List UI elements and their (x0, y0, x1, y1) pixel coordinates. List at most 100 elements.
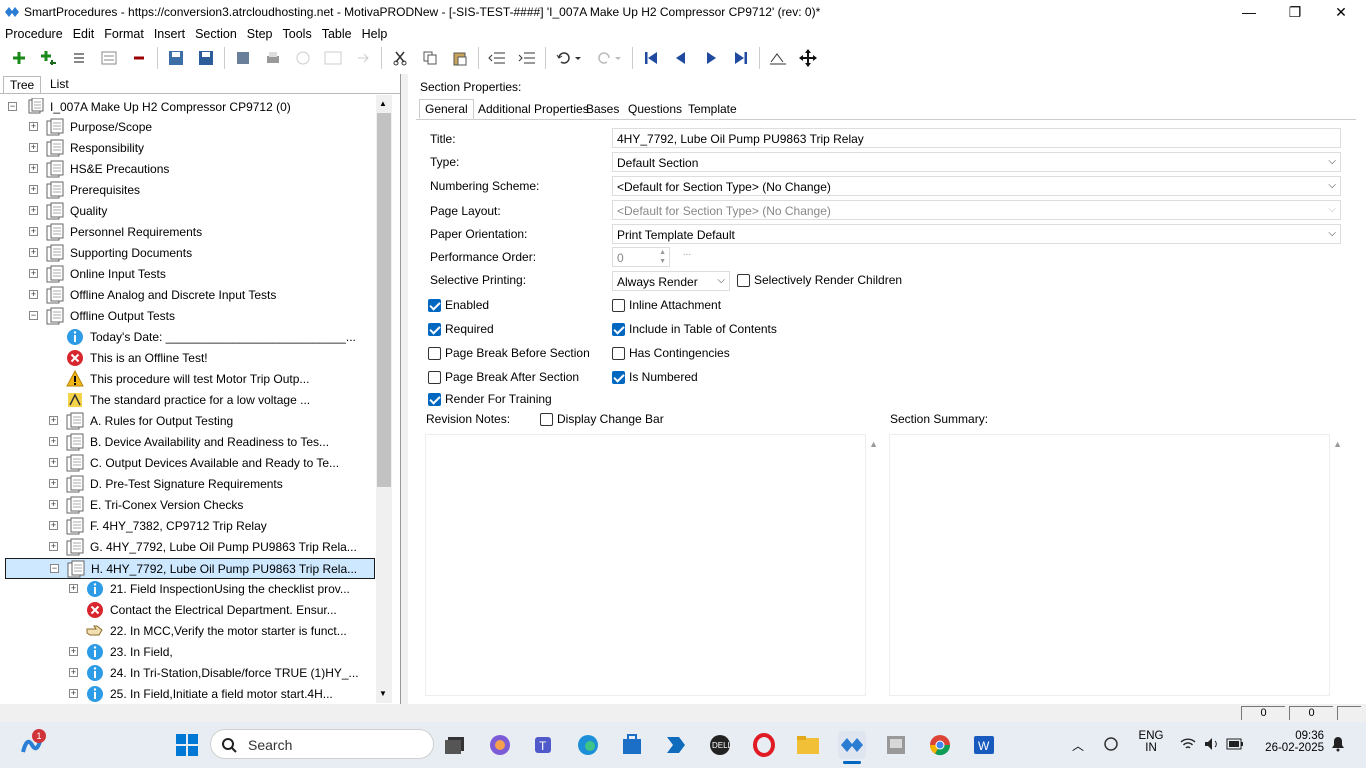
tree-row[interactable]: + Online Input Tests (0, 264, 376, 285)
tree-row[interactable]: + G. 4HY_7792, Lube Oil Pump PU9863 Trip … (0, 537, 376, 558)
word-icon[interactable]: W (970, 731, 998, 759)
expand-toggle[interactable]: + (29, 122, 38, 131)
menu-format[interactable]: Format (99, 27, 149, 41)
find-icon[interactable] (763, 45, 793, 71)
volume-icon[interactable] (1204, 737, 1220, 754)
expand-toggle[interactable]: + (49, 458, 58, 467)
outline-icon[interactable] (94, 45, 124, 71)
type-select[interactable]: Default Section ⌵ (612, 152, 1341, 172)
tab-list[interactable]: List (44, 76, 75, 92)
indent-icon[interactable] (512, 45, 542, 71)
collapse-toggle[interactable]: − (50, 564, 59, 573)
expand-toggle[interactable]: + (49, 416, 58, 425)
minimize-button[interactable]: — (1226, 0, 1272, 24)
tree-row[interactable]: + Quality (0, 201, 376, 222)
menu-tools[interactable]: Tools (278, 27, 317, 41)
store-icon[interactable] (618, 731, 646, 759)
copilot-icon[interactable] (486, 731, 514, 759)
edge-icon[interactable] (574, 731, 602, 759)
resize-grip-icon[interactable] (1337, 706, 1361, 720)
notification-bell-icon[interactable] (1331, 736, 1345, 755)
required-checkbox[interactable] (428, 323, 441, 336)
tree-row[interactable]: + C. Output Devices Available and Ready t… (0, 453, 376, 474)
opera-icon[interactable] (750, 731, 778, 759)
delete-icon[interactable] (124, 45, 154, 71)
next-icon[interactable] (696, 45, 726, 71)
teams-icon[interactable]: T (531, 731, 559, 759)
expand-toggle[interactable]: + (29, 227, 38, 236)
collapse-toggle[interactable]: − (29, 311, 38, 320)
tab-bases[interactable]: Bases (581, 101, 624, 117)
chrome-icon[interactable] (926, 731, 954, 759)
paste-icon[interactable] (445, 45, 475, 71)
is-numbered-checkbox[interactable] (612, 371, 625, 384)
copy-icon[interactable] (415, 45, 445, 71)
start-icon[interactable] (173, 731, 201, 759)
battery-icon[interactable] (1226, 738, 1244, 753)
task-view-icon[interactable] (441, 731, 469, 759)
tree-root[interactable]: − I_007A Make Up H2 Compressor CP9712 (0… (0, 96, 376, 117)
tree-row[interactable]: This procedure will test Motor Trip Outp… (0, 369, 376, 390)
expand-toggle[interactable]: + (29, 290, 38, 299)
undo-icon[interactable] (549, 45, 589, 71)
tree-row-selected[interactable]: − H. 4HY_7792, Lube Oil Pump PU9863 Trip … (5, 558, 375, 579)
tab-tree[interactable]: Tree (3, 76, 42, 93)
tree-scrollbar-thumb[interactable] (377, 113, 391, 487)
chevron-up-icon[interactable]: ︿ (1072, 737, 1084, 754)
selectively-render-children-checkbox[interactable] (737, 274, 750, 287)
taskbar-search-box[interactable]: Search (210, 729, 434, 759)
tree-row[interactable]: +25. In Field,Initiate a field motor sta… (0, 684, 376, 703)
tree-row[interactable]: + F. 4HY_7382, CP9712 Trip Relay (0, 516, 376, 537)
tree-row[interactable]: + Personnel Requirements (0, 222, 376, 243)
indent-list-icon[interactable] (64, 45, 94, 71)
selective-printing-select[interactable]: Always Render ⌵ (612, 271, 730, 291)
page-break-before-checkbox[interactable] (428, 347, 441, 360)
menu-edit[interactable]: Edit (68, 27, 100, 41)
dell-icon[interactable]: DELL (706, 731, 734, 759)
scroll-down-icon[interactable]: ▼ (379, 689, 387, 698)
network-settings-icon[interactable] (1102, 736, 1120, 755)
expand-toggle[interactable]: + (29, 248, 38, 257)
expand-toggle[interactable]: + (49, 542, 58, 551)
remote-desktop-icon[interactable] (882, 731, 910, 759)
expand-toggle[interactable]: + (49, 479, 58, 488)
paper-orientation-select[interactable]: Print Template Default ⌵ (612, 224, 1341, 244)
tab-general[interactable]: General (419, 99, 474, 119)
expand-toggle[interactable]: + (49, 437, 58, 446)
last-icon[interactable] (726, 45, 756, 71)
tree-row[interactable]: + Purpose/Scope (0, 117, 376, 138)
tab-questions[interactable]: Questions (623, 101, 687, 117)
inline-attachment-checkbox[interactable] (612, 299, 625, 312)
smartprocedures-taskbar-icon[interactable] (838, 731, 866, 759)
cut-icon[interactable] (385, 45, 415, 71)
procedure-tree[interactable]: − I_007A Make Up H2 Compressor CP9712 (0… (0, 95, 376, 703)
expand-toggle[interactable]: + (49, 521, 58, 530)
add-icon[interactable] (4, 45, 34, 71)
expand-toggle[interactable]: + (29, 206, 38, 215)
revision-notes-textarea[interactable]: ▲ (425, 434, 878, 696)
tree-row[interactable]: + HS&E Precautions (0, 159, 376, 180)
enabled-checkbox[interactable] (428, 299, 441, 312)
tree-row[interactable]: + Responsibility (0, 138, 376, 159)
previous-icon[interactable] (666, 45, 696, 71)
tree-row[interactable]: +23. In Field, (0, 642, 376, 663)
panel-splitter[interactable] (400, 74, 408, 704)
expand-toggle[interactable]: + (69, 668, 78, 677)
file-explorer-icon[interactable] (794, 731, 822, 759)
tree-scrollbar[interactable]: ▲ ▼ (376, 95, 392, 703)
tree-row[interactable]: + Offline Analog and Discrete Input Tests (0, 285, 376, 306)
include-toc-checkbox[interactable] (612, 323, 625, 336)
tree-row[interactable]: + A. Rules for Output Testing (0, 411, 376, 432)
add-child-icon[interactable] (34, 45, 64, 71)
tree-row[interactable]: + B. Device Availability and Readiness to… (0, 432, 376, 453)
menu-step[interactable]: Step (242, 27, 278, 41)
tree-row[interactable]: Contact the Electrical Department. Ensur… (0, 600, 376, 621)
performance-order-button[interactable]: ... (676, 247, 698, 267)
tree-row[interactable]: The standard practice for a low voltage … (0, 390, 376, 411)
menu-section[interactable]: Section (190, 27, 242, 41)
tree-row[interactable]: This is an Offline Test! (0, 348, 376, 369)
tab-template[interactable]: Template (683, 101, 742, 117)
page-break-after-checkbox[interactable] (428, 371, 441, 384)
numbering-scheme-select[interactable]: <Default for Section Type> (No Change) ⌵ (612, 176, 1341, 196)
menu-procedure[interactable]: Procedure (0, 27, 68, 41)
